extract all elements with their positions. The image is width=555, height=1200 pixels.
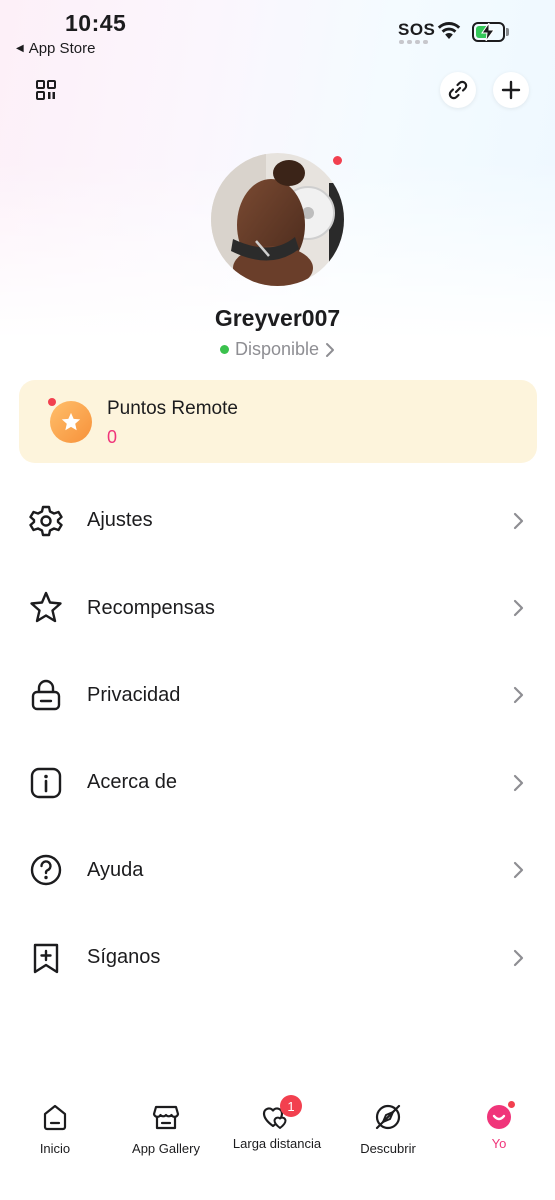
menu-item-label: Recompensas xyxy=(87,596,215,619)
menu-item-privacidad[interactable]: Privacidad xyxy=(0,652,555,739)
points-value: 0 xyxy=(107,427,118,447)
chevron-right-icon xyxy=(513,512,524,529)
status-bar: 10:45 ◀ App Store SOS xyxy=(0,0,555,62)
nav-notification-dot xyxy=(507,1100,516,1109)
nav-item-descubrir[interactable]: Descubrir xyxy=(333,1090,443,1156)
nav-label: Yo xyxy=(491,1136,507,1151)
chevron-right-icon xyxy=(326,342,335,357)
nav-item-app-gallery[interactable]: App Gallery xyxy=(111,1090,221,1156)
menu-item-label: Acerca de xyxy=(87,771,178,794)
link-icon xyxy=(448,80,468,100)
nav-label: App Gallery xyxy=(132,1141,200,1156)
plus-icon xyxy=(501,80,521,100)
signal-dots-icon xyxy=(399,40,428,44)
nav-label: Larga distancia xyxy=(232,1136,322,1151)
points-title: Puntos Remote xyxy=(107,398,238,419)
charging-bolt-icon xyxy=(481,23,495,41)
star-icon xyxy=(61,412,81,431)
bottom-navigation: Inicio App Gallery 1 Larga distancia Des… xyxy=(0,1090,555,1200)
menu-item-label: Ayuda xyxy=(87,858,144,881)
points-notification-dot xyxy=(48,398,56,406)
chevron-right-icon xyxy=(513,687,524,704)
back-app-label: App Store xyxy=(28,40,96,57)
qr-code-icon xyxy=(36,80,56,100)
star-icon xyxy=(30,591,62,623)
avatar[interactable] xyxy=(211,153,344,286)
nav-item-larga-distancia[interactable]: 1 Larga distancia xyxy=(222,1090,332,1151)
battery-icon xyxy=(472,22,509,42)
menu-item-label: Privacidad xyxy=(87,683,181,706)
avatar-photo xyxy=(211,153,344,286)
menu-item-label: Síganos xyxy=(87,946,161,969)
share-link-button[interactable] xyxy=(440,72,476,108)
status-label: Disponible xyxy=(234,339,320,359)
settings-menu: Ajustes Recompensas Privacidad Acerca de xyxy=(0,477,555,1001)
store-icon xyxy=(152,1105,180,1130)
bookmark-plus-icon xyxy=(33,943,59,973)
compass-icon xyxy=(375,1104,401,1130)
nav-item-yo[interactable]: Yo xyxy=(444,1090,554,1151)
chevron-right-icon xyxy=(513,949,524,966)
menu-item-ayuda[interactable]: Ayuda xyxy=(0,827,555,914)
menu-item-acerca-de[interactable]: Acerca de xyxy=(0,739,555,826)
avatar-notification-dot xyxy=(333,156,342,165)
carrier-label: SOS xyxy=(398,20,436,39)
nav-item-inicio[interactable]: Inicio xyxy=(0,1090,110,1156)
wifi-icon xyxy=(437,22,461,39)
back-triangle-icon: ◀ xyxy=(16,43,24,54)
points-star-badge xyxy=(50,401,92,443)
menu-item-recompensas[interactable]: Recompensas xyxy=(0,564,555,651)
qr-code-button[interactable] xyxy=(28,72,64,108)
notification-badge: 1 xyxy=(280,1095,302,1117)
menu-item-siganos[interactable]: Síganos xyxy=(0,914,555,1001)
gear-icon xyxy=(29,505,63,536)
availability-status[interactable]: Disponible xyxy=(0,339,555,360)
info-icon xyxy=(30,767,62,799)
points-card[interactable]: Puntos Remote 0 xyxy=(19,380,537,463)
nav-label: Inicio xyxy=(39,1141,71,1156)
lock-icon xyxy=(31,680,61,711)
back-to-app-link[interactable]: ◀ App Store xyxy=(16,40,95,57)
home-icon xyxy=(43,1104,67,1131)
help-icon xyxy=(30,855,62,886)
nav-label: Descubrir xyxy=(360,1141,416,1156)
add-button[interactable] xyxy=(493,72,529,108)
menu-item-label: Ajustes xyxy=(87,509,153,532)
chevron-right-icon xyxy=(513,862,524,879)
chevron-right-icon xyxy=(513,774,524,791)
status-dot xyxy=(219,345,229,354)
menu-item-ajustes[interactable]: Ajustes xyxy=(0,477,555,564)
profile-username: Greyver007 xyxy=(214,305,341,331)
status-time: 10:45 xyxy=(65,10,127,36)
chevron-right-icon xyxy=(513,599,524,617)
